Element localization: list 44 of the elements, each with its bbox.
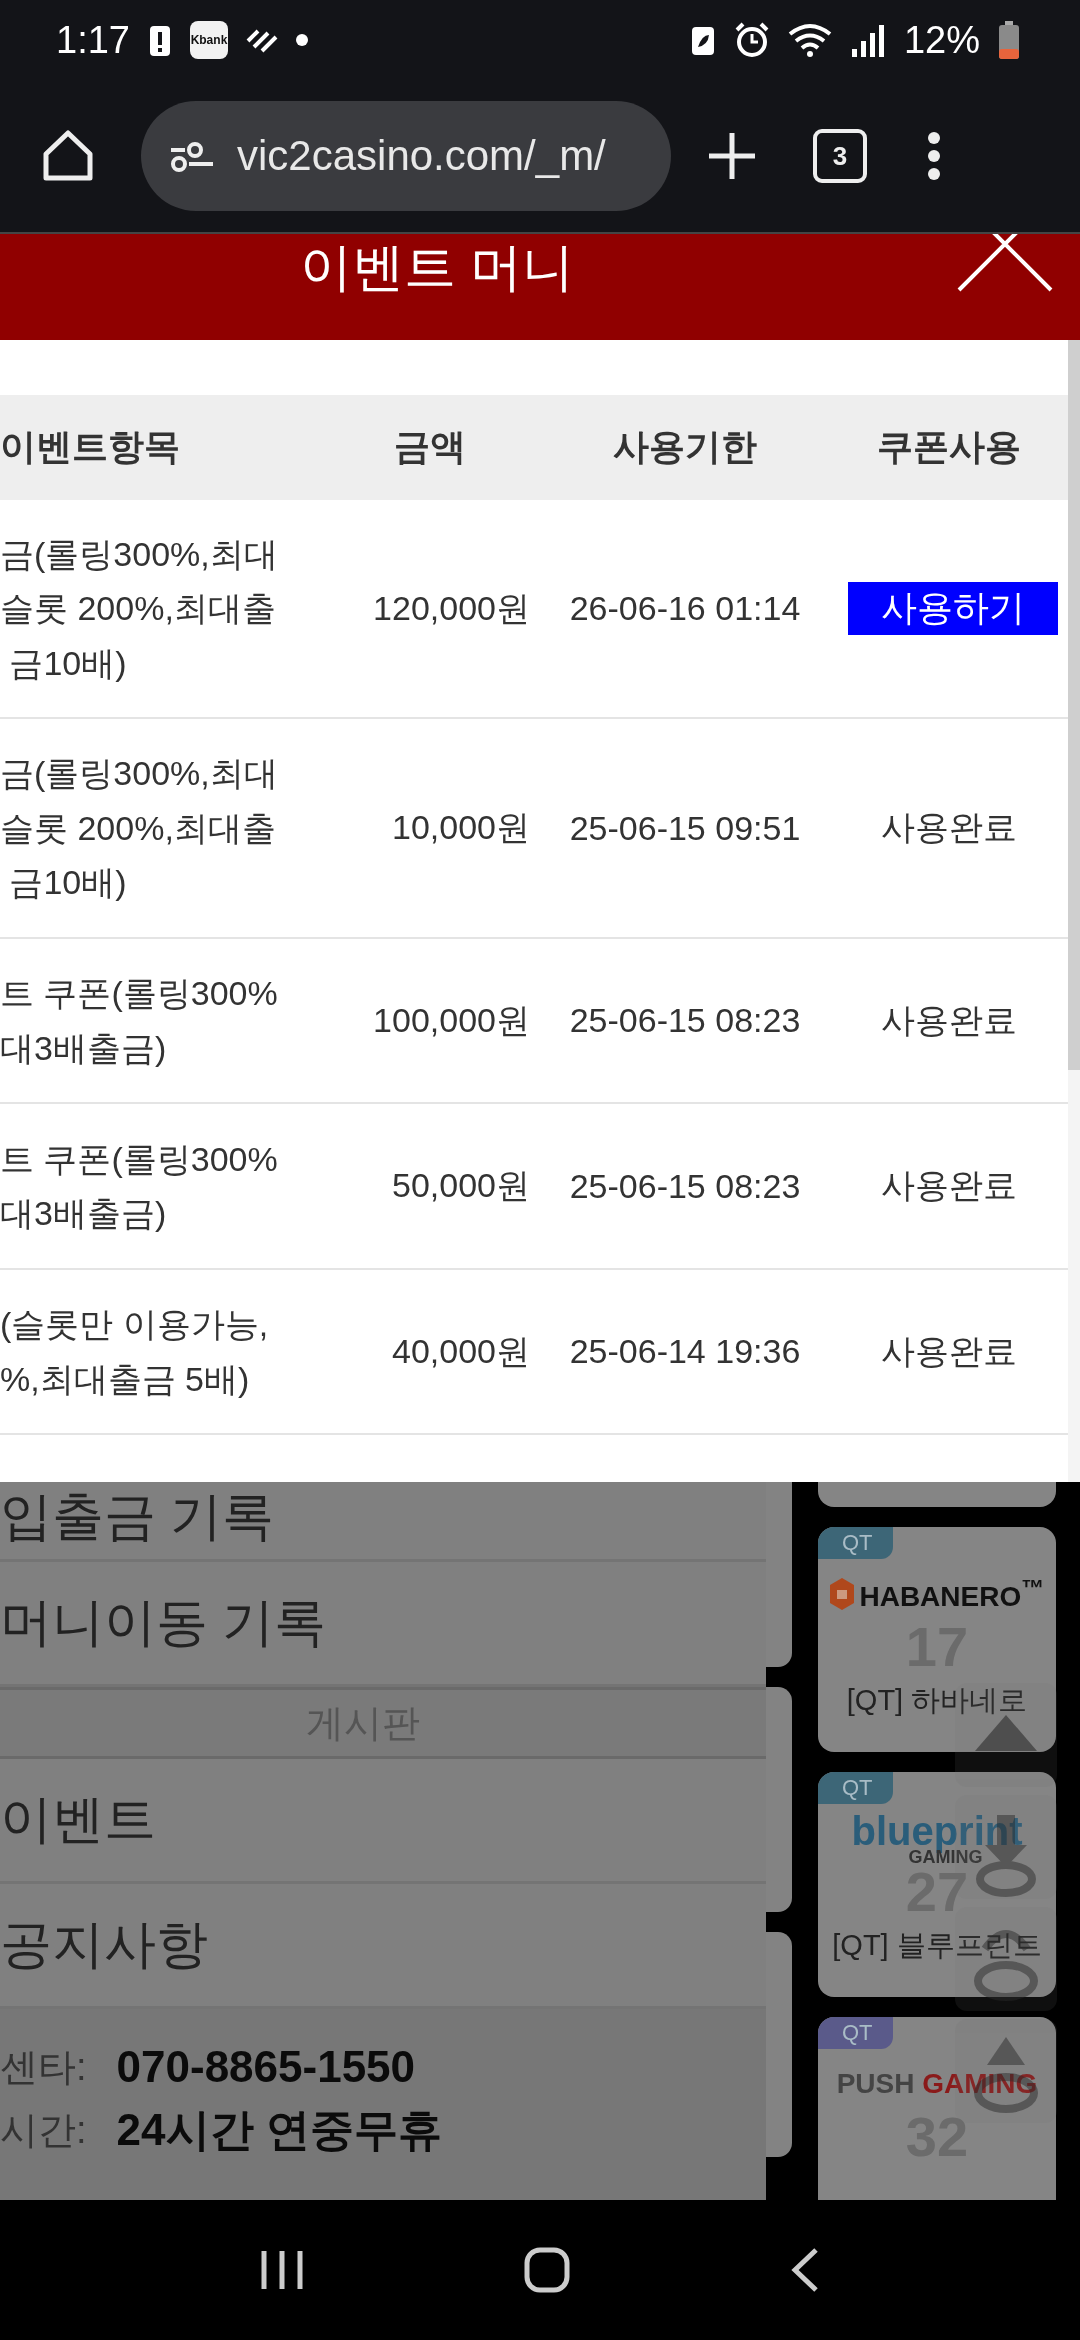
menu-item[interactable]: 입출금 기록 — [0, 1482, 766, 1562]
table-cell-text: 금(롤링300%,최대 슬롯 200%,최대출 금10배) — [0, 753, 279, 904]
provider-badge: QT — [818, 1527, 893, 1559]
provider-logo: blueprint GAMING — [851, 1812, 1023, 1866]
table-cell-text: 금(롤링300%,최대 슬롯 200%,최대출 금10배) — [0, 533, 279, 684]
contact-value: 24시간 연중무휴 — [116, 2103, 442, 2156]
contact-label: 센타: — [0, 2044, 87, 2090]
table-cell-text: 25-06-15 08:23 — [568, 1166, 802, 1206]
table-cell-text: 사용완료 — [881, 1165, 1017, 1206]
table-cell-text: 120,000원 — [372, 587, 530, 629]
contact-value: 070-8865-1550 — [116, 2042, 416, 2092]
provider-badge: QT — [818, 2017, 893, 2049]
table-cell-text: 25-06-14 19:36 — [568, 1332, 802, 1371]
table-cell-text: 사용완료 — [881, 807, 1017, 848]
column-header: 이벤트항목 — [0, 425, 181, 469]
table-cell-text: 40,000원 — [391, 1330, 530, 1372]
game-name: [QT] 하바네로 — [846, 1683, 1028, 1718]
battery-percent: 12% — [903, 18, 980, 62]
provider-badge: QT — [818, 1772, 893, 1804]
table-cell-text: 10,000원 — [391, 807, 530, 848]
app-badge: Kbank — [189, 21, 228, 59]
use-coupon-button[interactable]: 사용하기 — [848, 582, 1058, 635]
contact-label: 시간: — [0, 2107, 87, 2153]
table-cell-text: (슬롯만 이용가능, %,최대출금 5배) — [0, 1304, 270, 1400]
table-cell-text: 사용완료 — [881, 1330, 1017, 1372]
table-cell-text: 50,000원 — [391, 1165, 530, 1206]
table-cell-text: 26-06-16 01:14 — [568, 589, 802, 628]
game-name: [QT] 블루프린트 — [832, 1928, 1042, 1963]
column-header: 사용기한 — [612, 425, 758, 469]
url-text: vic2casino.com/_m/ — [237, 132, 606, 180]
table-cell-text: 트 쿠폰(롤링300% 대3배출금) — [0, 973, 279, 1069]
table-cell-text: 25-06-15 09:51 — [568, 808, 802, 848]
tab-count-button[interactable]: 3 — [813, 129, 867, 183]
column-header: 쿠폰사용 — [876, 425, 1022, 469]
table-cell-text: 트 쿠폰(롤링300% 대3배출금) — [0, 1138, 279, 1234]
provider-logo: PUSH GAMING — [836, 2068, 1038, 2100]
address-bar[interactable]: vic2casino.com/_m/ — [141, 101, 671, 211]
table-cell-text: 100,000원 — [372, 999, 530, 1041]
clock-time: 1:17 — [56, 18, 130, 62]
table-cell-text: 사용완료 — [881, 999, 1017, 1041]
provider-logo: HABANERO$^{™}$ — [859, 1574, 1045, 1614]
column-header: 금액 — [393, 425, 467, 469]
table-cell-text: 25-06-15 08:23 — [568, 1001, 802, 1040]
modal-title: 이벤트 머니 — [300, 237, 575, 298]
